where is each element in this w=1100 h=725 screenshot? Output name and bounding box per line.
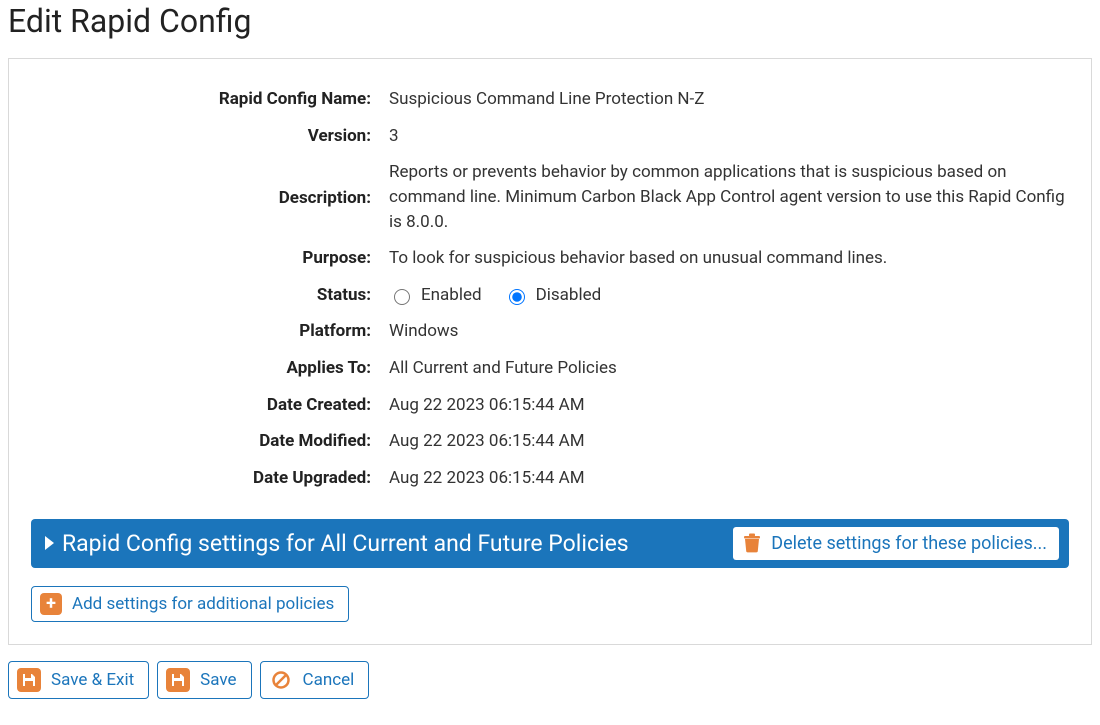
save-exit-button[interactable]: Save & Exit <box>8 661 149 699</box>
page-title: Edit Rapid Config <box>8 0 1092 40</box>
status-disabled-radio[interactable] <box>509 289 525 305</box>
value-applies-to: All Current and Future Policies <box>389 356 1069 381</box>
add-settings-label: Add settings for additional policies <box>72 594 334 614</box>
value-version: 3 <box>389 124 1069 149</box>
add-settings-button[interactable]: + Add settings for additional policies <box>31 586 349 622</box>
value-description: Reports or prevents behavior by common a… <box>389 160 1069 234</box>
label-version: Version: <box>31 124 371 149</box>
value-date-created: Aug 22 2023 06:15:44 AM <box>389 393 1069 418</box>
plus-icon: + <box>40 593 62 615</box>
save-icon <box>166 668 190 692</box>
status-enabled-label: Enabled <box>421 283 482 308</box>
trash-icon <box>743 533 761 553</box>
value-name: Suspicious Command Line Protection N-Z <box>389 87 1069 112</box>
save-button[interactable]: Save <box>157 661 251 699</box>
label-date-created: Date Created: <box>31 393 371 418</box>
config-details: Rapid Config Name: Suspicious Command Li… <box>31 87 1069 491</box>
settings-expander[interactable]: Rapid Config settings for All Current an… <box>31 519 1069 568</box>
status-disabled-label: Disabled <box>536 283 602 308</box>
label-date-modified: Date Modified: <box>31 429 371 454</box>
delete-settings-button[interactable]: Delete settings for these policies... <box>733 527 1059 560</box>
value-purpose: To look for suspicious behavior based on… <box>389 246 1069 271</box>
save-icon <box>17 668 41 692</box>
label-platform: Platform: <box>31 319 371 344</box>
status-disabled-option[interactable]: Disabled <box>504 283 602 308</box>
label-purpose: Purpose: <box>31 246 371 271</box>
label-status: Status: <box>31 283 371 308</box>
status-enabled-radio[interactable] <box>394 289 410 305</box>
save-label: Save <box>200 670 236 690</box>
expander-title: Rapid Config settings for All Current an… <box>62 530 629 557</box>
caret-right-icon <box>45 536 54 550</box>
value-platform: Windows <box>389 319 1069 344</box>
delete-settings-label: Delete settings for these policies... <box>771 533 1047 554</box>
label-description: Description: <box>31 186 371 208</box>
value-date-modified: Aug 22 2023 06:15:44 AM <box>389 429 1069 454</box>
cancel-button[interactable]: Cancel <box>260 661 370 699</box>
value-date-upgraded: Aug 22 2023 06:15:44 AM <box>389 466 1069 491</box>
status-enabled-option[interactable]: Enabled <box>389 283 482 308</box>
cancel-icon <box>269 668 293 692</box>
value-status: Enabled Disabled <box>389 283 1069 308</box>
cancel-label: Cancel <box>303 670 355 690</box>
label-applies-to: Applies To: <box>31 356 371 381</box>
label-date-upgraded: Date Upgraded: <box>31 466 371 491</box>
config-panel: Rapid Config Name: Suspicious Command Li… <box>8 58 1092 645</box>
action-buttons: Save & Exit Save Cancel <box>8 661 1092 699</box>
label-name: Rapid Config Name: <box>31 87 371 112</box>
save-exit-label: Save & Exit <box>51 670 134 690</box>
